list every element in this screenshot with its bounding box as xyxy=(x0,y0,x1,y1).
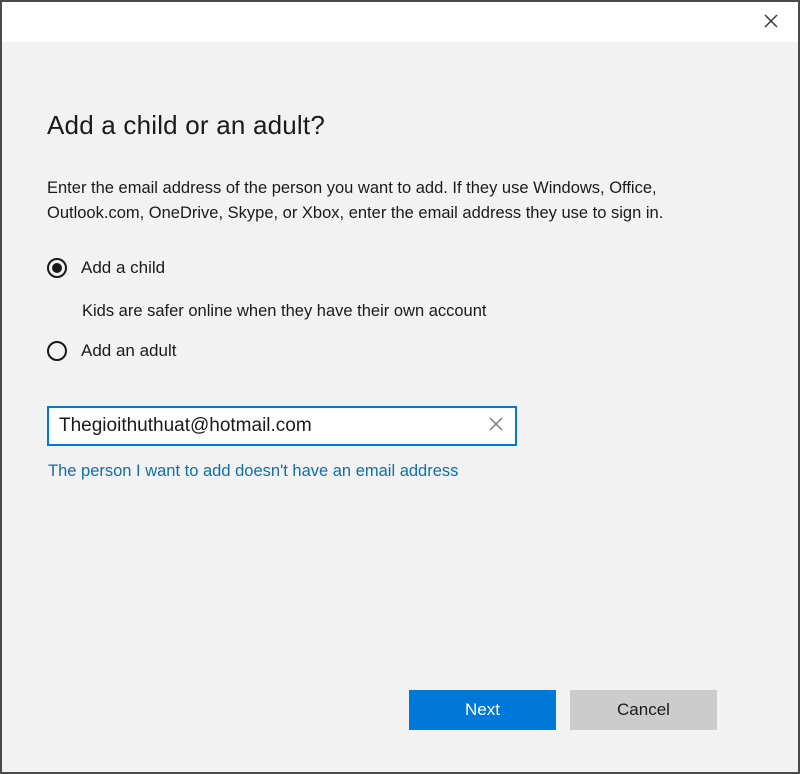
email-field-container xyxy=(47,406,517,446)
dialog-title: Add a child or an adult? xyxy=(47,110,325,140)
clear-button[interactable] xyxy=(485,415,507,437)
radio-label-adult: Add an adult xyxy=(81,341,177,360)
dialog-window: Add a child or an adult? Enter the email… xyxy=(0,0,800,774)
radio-add-child[interactable]: Add a child xyxy=(47,258,165,278)
radio-label-child: Add a child xyxy=(81,258,166,277)
radio-button-selected[interactable] xyxy=(47,258,67,278)
next-button[interactable]: Next xyxy=(409,690,556,730)
radio-dot xyxy=(52,263,62,273)
title-bar xyxy=(2,2,798,42)
close-button[interactable] xyxy=(754,6,788,36)
email-input[interactable] xyxy=(59,408,469,444)
close-icon xyxy=(764,14,778,28)
cancel-button[interactable]: Cancel xyxy=(570,690,717,730)
radio-add-adult[interactable]: Add an adult xyxy=(47,341,176,361)
clear-icon xyxy=(489,417,503,436)
no-email-link[interactable]: The person I want to add doesn't have an… xyxy=(48,462,458,481)
radio-button-unselected[interactable] xyxy=(47,341,67,361)
child-helper-text: Kids are safer online when they have the… xyxy=(82,302,487,320)
dialog-description: Enter the email address of the person yo… xyxy=(47,179,664,222)
